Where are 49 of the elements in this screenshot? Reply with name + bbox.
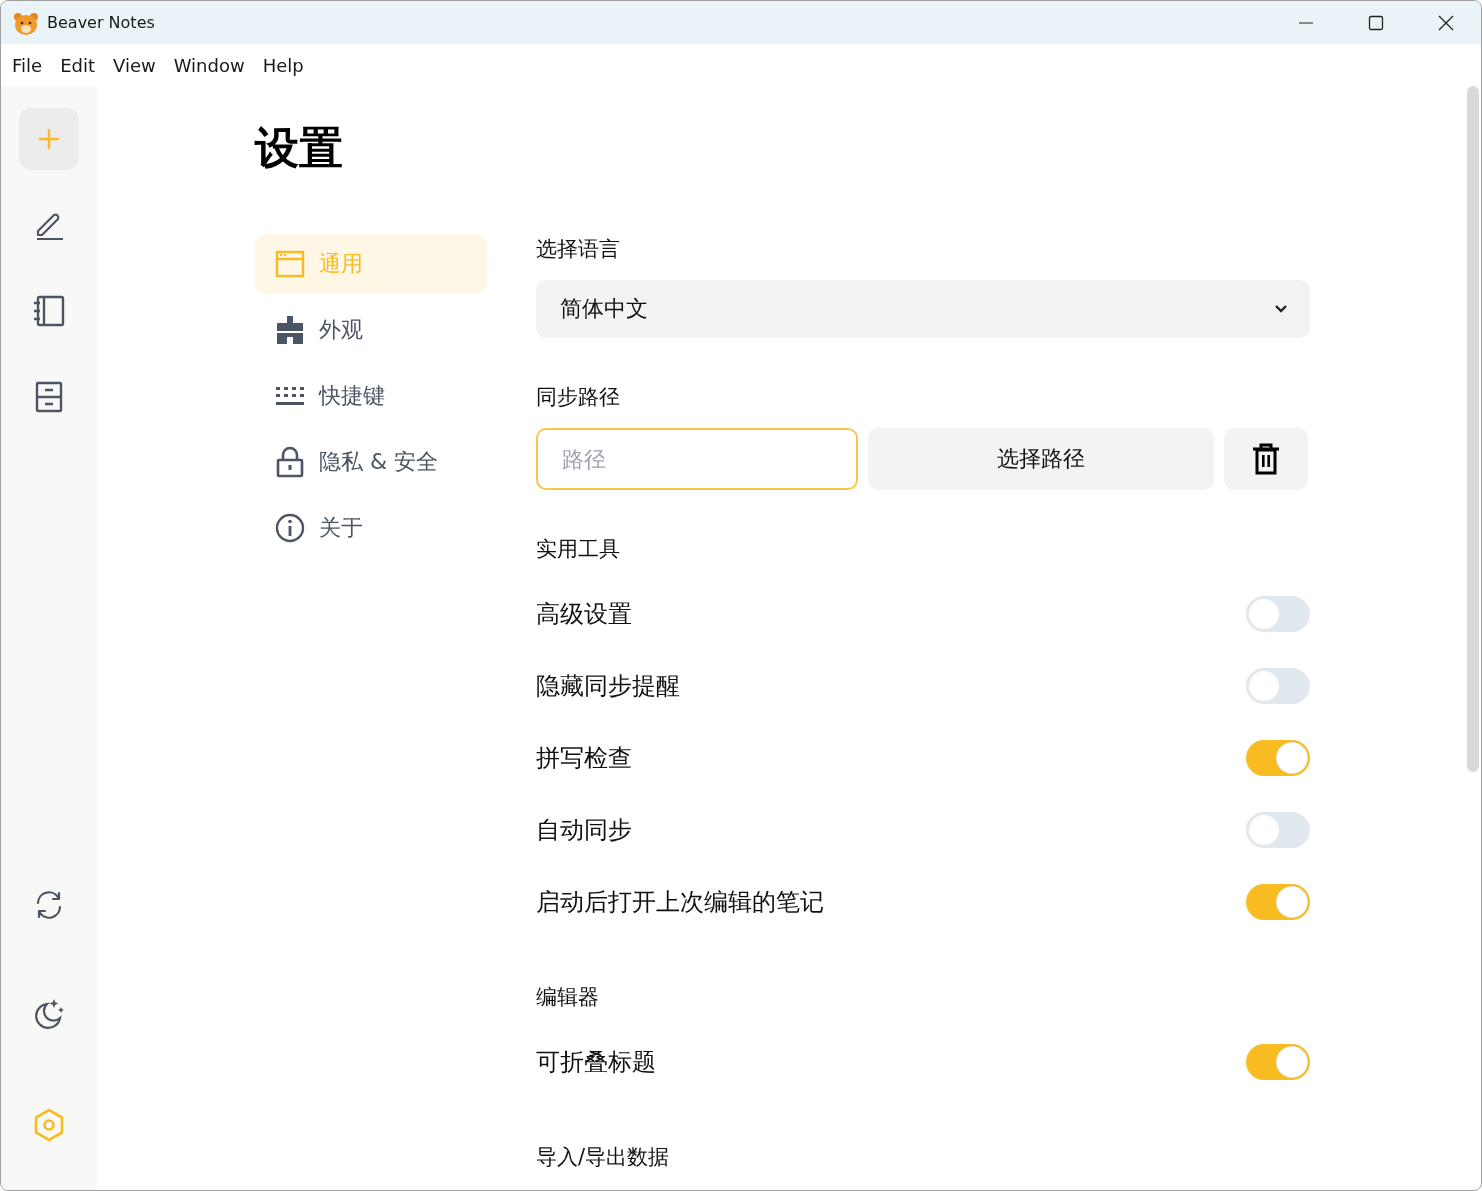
notebook-icon <box>33 295 65 327</box>
section-title: 同步路径 <box>536 384 621 411</box>
toggle-switch[interactable] <box>1246 740 1310 776</box>
delete-button[interactable] <box>1224 428 1308 490</box>
menu-item[interactable]: Help <box>253 54 313 76</box>
moon-stars-icon <box>32 998 66 1032</box>
minimize-icon <box>1299 21 1313 24</box>
settings-tab[interactable]: 外观 <box>255 300 487 360</box>
toggle-switch[interactable] <box>1246 596 1310 632</box>
page-title: 设置 <box>255 122 344 174</box>
maximize-icon <box>1368 14 1384 31</box>
settings-tab[interactable]: 隐私 & 安全 <box>255 432 487 492</box>
toggle-switch[interactable] <box>1246 884 1310 920</box>
setting-label: 自动同步 <box>536 815 632 846</box>
cabinet-icon <box>35 381 63 413</box>
setting-label: 启动后打开上次编辑的笔记 <box>536 887 824 918</box>
menu-item[interactable]: File <box>3 54 52 76</box>
close-icon <box>1438 14 1454 31</box>
toggle-switch[interactable] <box>1246 812 1310 848</box>
choose-path-button[interactable]: 选择路径 <box>868 428 1214 490</box>
settings-icon <box>34 1108 64 1142</box>
section-title: 实用工具 <box>536 536 621 563</box>
path-input-field[interactable]: 路径 <box>536 428 858 490</box>
toggle-switch[interactable] <box>1246 1044 1310 1080</box>
setting-label: 隐藏同步提醒 <box>536 671 680 702</box>
setting-label: 高级设置 <box>536 599 632 630</box>
section-title: 选择语言 <box>536 236 621 263</box>
new-note-button[interactable] <box>19 108 79 170</box>
settings-tab[interactable]: 关于 <box>255 498 487 558</box>
window-title: Beaver Notes <box>47 13 156 32</box>
beaver-logo-icon <box>13 10 39 35</box>
chevron-down-icon <box>1274 304 1288 314</box>
language-dropdown[interactable]: 简体中文 <box>536 280 1310 338</box>
lock-icon <box>275 446 305 478</box>
scrollbar-thumb[interactable] <box>1467 86 1479 772</box>
menu-item[interactable]: Edit <box>51 54 104 76</box>
trash-icon <box>1252 443 1280 475</box>
menu-item[interactable]: Window <box>164 54 254 76</box>
section-title: 编辑器 <box>536 984 600 1011</box>
paint-brush-icon <box>275 315 305 345</box>
toggle-switch[interactable] <box>1246 668 1310 704</box>
section-title: 导入/导出数据 <box>536 1144 671 1171</box>
keyboard-icon <box>275 385 305 407</box>
setting-label: 可折叠标题 <box>536 1047 656 1078</box>
menu-item[interactable]: View <box>104 54 165 76</box>
settings-tab[interactable]: 快捷键 <box>255 366 487 426</box>
info-icon <box>275 513 305 543</box>
setting-label: 拼写检查 <box>536 743 632 774</box>
window-icon <box>275 250 305 278</box>
